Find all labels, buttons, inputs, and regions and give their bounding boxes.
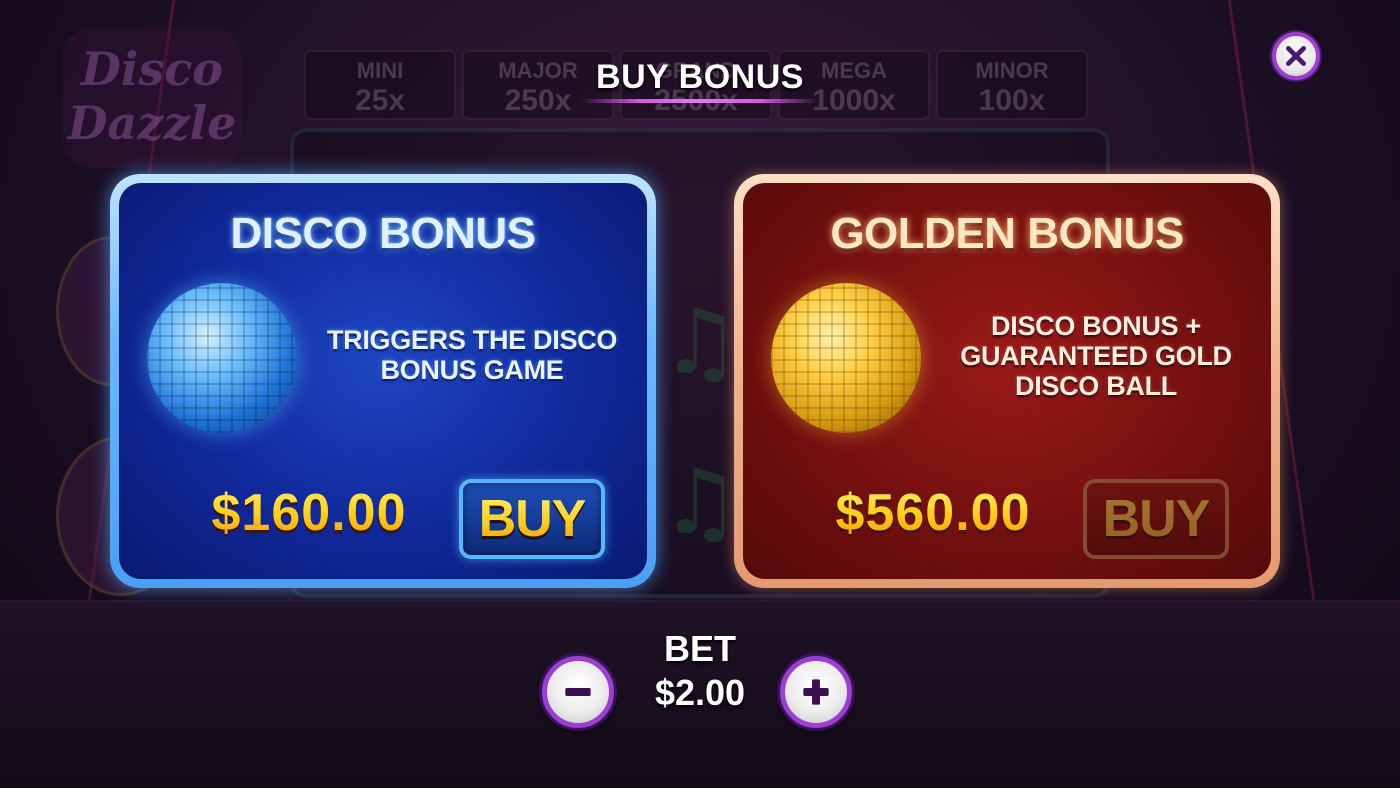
jackpot-value: 25x — [354, 84, 406, 117]
jackpot-name: MINI — [356, 58, 404, 83]
jackpot-name: MINOR — [975, 58, 1049, 83]
card-description: TRIGGERS THE DISCO BONUS GAME — [309, 325, 635, 385]
bet-label: BET — [664, 628, 736, 669]
title-underline — [580, 99, 820, 103]
close-icon — [1285, 45, 1307, 67]
plus-icon — [803, 679, 829, 705]
disco-bonus-card: DISCO BONUS TRIGGERS THE DISCO BONUS GAM… — [110, 174, 656, 588]
description-line: DISCO BALL — [1015, 371, 1177, 401]
description-line: DISCO BONUS + — [991, 311, 1201, 341]
card-body: GOLDEN BONUS DISCO BONUS + GUARANTEED GO… — [743, 183, 1271, 579]
buy-disco-bonus-button[interactable]: BUY — [459, 479, 605, 559]
card-description: DISCO BONUS + GUARANTEED GOLD DISCO BALL — [933, 311, 1259, 401]
game-logo: Disco Dazzle — [62, 28, 242, 168]
buy-button-label: BUY — [1102, 490, 1211, 548]
buy-button-label: BUY — [478, 490, 587, 548]
jackpot-minor: MINOR 100x — [936, 50, 1088, 120]
music-note-icon: ♫ — [660, 290, 741, 395]
description-line: GUARANTEED GOLD — [960, 341, 1232, 371]
card-title: DISCO BONUS — [230, 209, 536, 258]
bet-value: $2.00 — [654, 672, 746, 713]
price-label: $160.00 — [179, 483, 439, 543]
decrease-bet-button[interactable] — [542, 656, 614, 728]
jackpot-mini: MINI 25x — [304, 50, 456, 120]
description-line: BONUS GAME — [380, 355, 564, 385]
description-line: TRIGGERS THE DISCO — [326, 325, 618, 355]
card-body: DISCO BONUS TRIGGERS THE DISCO BONUS GAM… — [119, 183, 647, 579]
increase-bet-button[interactable] — [780, 656, 852, 728]
golden-bonus-card: GOLDEN BONUS DISCO BONUS + GUARANTEED GO… — [734, 174, 1280, 588]
popup-title: BUY BONUS — [596, 58, 804, 96]
music-note-icon: ♫ — [660, 450, 741, 555]
gold-disco-ball-icon — [771, 283, 921, 433]
minus-icon — [565, 688, 591, 696]
buy-golden-bonus-button[interactable]: BUY — [1083, 479, 1229, 559]
price-label: $560.00 — [803, 483, 1063, 543]
jackpot-value: 100x — [978, 84, 1046, 117]
card-title: GOLDEN BONUS — [830, 209, 1184, 258]
close-button[interactable] — [1272, 32, 1320, 80]
blue-disco-ball-icon — [147, 283, 297, 433]
